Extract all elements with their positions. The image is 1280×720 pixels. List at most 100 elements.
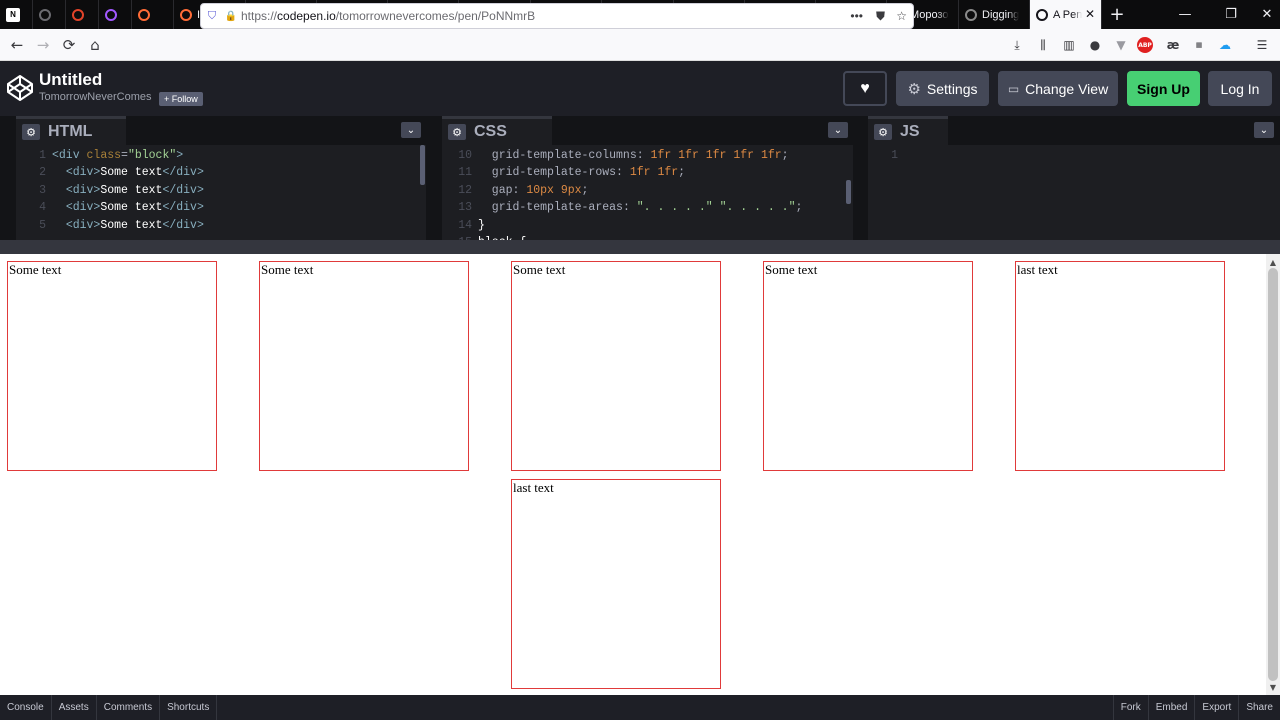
- preview-scrollbar[interactable]: ▲ ▼: [1266, 254, 1280, 695]
- pen-title[interactable]: Untitled: [39, 70, 102, 90]
- html-settings-gear-icon[interactable]: ⚙: [22, 124, 40, 140]
- change-view-button[interactable]: ▭ Change View: [998, 71, 1118, 106]
- footer-left-buttons: Console Assets Comments Shortcuts: [0, 695, 218, 720]
- browser-tab-label: Digging: [982, 8, 1020, 21]
- code-line: 4 <div>Some text</div>: [16, 199, 426, 216]
- html-editor: ⚙ HTML ⌄ 1 <div class="block"> 2 <div>Some…: [16, 116, 426, 240]
- codepen-icon: [1036, 8, 1048, 21]
- library-icon[interactable]: ⫼: [1033, 35, 1053, 55]
- browser-tab[interactable]: [99, 0, 132, 29]
- account-icon[interactable]: ●: [1085, 35, 1105, 55]
- arrow-left-icon: ←: [10, 35, 24, 54]
- settings-button[interactable]: ⚙ Settings: [896, 71, 989, 106]
- code-line: 2 <div>Some text</div>: [16, 164, 426, 181]
- footer-assets-button[interactable]: Assets: [52, 695, 97, 720]
- grid-cell: last text: [511, 479, 721, 689]
- home-icon: ⌂: [90, 35, 100, 54]
- new-tab-button[interactable]: +: [1102, 0, 1132, 29]
- home-button[interactable]: ⌂: [82, 32, 108, 58]
- browser-tab[interactable]: A Pen ✕: [1030, 0, 1102, 29]
- url-bar[interactable]: ⛉ 🔒 https://codepen.io/tomorrownevercome…: [200, 3, 914, 29]
- back-button[interactable]: ←: [4, 32, 30, 58]
- line-number: 1: [39, 149, 46, 162]
- css-editor-tab[interactable]: ⚙ CSS: [442, 116, 552, 145]
- scroll-up-arrow-icon[interactable]: ▲: [1266, 256, 1280, 268]
- js-editor-header: ⚙ JS ⌄: [868, 116, 1280, 145]
- footer-shortcuts-button[interactable]: Shortcuts: [160, 695, 218, 720]
- browser-tab[interactable]: [132, 0, 174, 29]
- line-number: 12: [458, 183, 472, 197]
- css-editor-scrollbar[interactable]: [846, 180, 851, 204]
- footer-embed-button[interactable]: Embed: [1147, 695, 1195, 720]
- app-circle-icon: [39, 8, 51, 21]
- extension-icon[interactable]: ▦: [1189, 35, 1209, 55]
- layout-icon: ▭: [1007, 81, 1020, 96]
- browser-tab[interactable]: [66, 0, 99, 29]
- js-editor-dropdown-chevron-icon[interactable]: ⌄: [1254, 122, 1274, 138]
- postman-icon: [180, 8, 192, 21]
- footer-comments-button[interactable]: Comments: [97, 695, 161, 720]
- footer-fork-button[interactable]: Fork: [1112, 695, 1148, 720]
- js-code-area[interactable]: 1: [868, 147, 1280, 240]
- minimize-button[interactable]: —: [1162, 0, 1208, 29]
- css-code-area[interactable]: 10 grid-template-columns: 1fr 1fr 1fr 1f…: [442, 147, 853, 240]
- line-number: 3: [39, 183, 46, 197]
- follow-button[interactable]: + Follow: [159, 92, 203, 106]
- reload-button[interactable]: ⟳: [56, 32, 82, 58]
- adblock-icon[interactable]: ABP: [1137, 37, 1153, 53]
- ae-extension-icon[interactable]: æ: [1163, 35, 1183, 55]
- html-editor-header: ⚙ HTML ⌄: [16, 116, 426, 145]
- browser-tab[interactable]: N: [0, 0, 33, 29]
- browser-tab[interactable]: Digging: [959, 0, 1030, 29]
- editor-preview-resizer[interactable]: [0, 240, 1280, 254]
- log-in-button[interactable]: Log In: [1208, 71, 1272, 106]
- code-line: 3 <div>Some text</div>: [16, 182, 426, 199]
- code-line: 5 <div>Some text</div>: [16, 217, 426, 234]
- pen-author-link[interactable]: TomorrowNeverComes: [39, 91, 151, 103]
- love-button[interactable]: ♥: [843, 71, 887, 106]
- grid-cell: Some text: [259, 261, 469, 471]
- footer-share-button[interactable]: Share: [1238, 695, 1280, 720]
- scroll-down-arrow-icon[interactable]: ▼: [1266, 681, 1280, 693]
- js-editor-tab[interactable]: ⚙ JS: [868, 116, 948, 145]
- maximize-button[interactable]: ❐: [1208, 0, 1254, 29]
- html-editor-scrollbar[interactable]: [420, 145, 425, 185]
- line-number: 4: [39, 201, 46, 215]
- cloud-extension-icon[interactable]: ☁: [1215, 35, 1235, 55]
- line-number: 11: [458, 166, 472, 180]
- bookmark-star-icon[interactable]: ☆: [896, 9, 907, 23]
- html-editor-title: HTML: [48, 123, 93, 140]
- notion-icon: N: [6, 7, 20, 22]
- css-editor-title: CSS: [474, 123, 507, 140]
- codepen-logo-icon[interactable]: [6, 74, 34, 102]
- code-line: 13 grid-template-areas: ". . . . ." ". .…: [442, 199, 853, 216]
- css-editor-dropdown-chevron-icon[interactable]: ⌄: [828, 122, 848, 138]
- browser-tab-label: Морозо: [910, 8, 949, 21]
- code-line: 1 <div class="block">: [16, 147, 426, 164]
- download-icon[interactable]: ⤓: [1007, 35, 1027, 55]
- footer-console-button[interactable]: Console: [0, 695, 52, 720]
- postman-icon: [138, 8, 150, 21]
- browser-tab[interactable]: [33, 0, 66, 29]
- html-editor-tab[interactable]: ⚙ HTML: [16, 116, 126, 145]
- gitlab-icon: [72, 8, 84, 21]
- js-settings-gear-icon[interactable]: ⚙: [874, 124, 892, 140]
- html-editor-dropdown-chevron-icon[interactable]: ⌄: [401, 122, 421, 138]
- close-window-button[interactable]: ✕: [1254, 0, 1280, 29]
- grid-cell: Some text: [763, 261, 973, 471]
- menu-icon[interactable]: ☰: [1252, 35, 1272, 55]
- css-settings-gear-icon[interactable]: ⚙: [448, 124, 466, 140]
- sign-up-button[interactable]: Sign Up: [1127, 71, 1200, 106]
- html-code-area[interactable]: 1 <div class="block"> 2 <div>Some text</di…: [16, 147, 426, 240]
- pocket-icon[interactable]: ⛊: [876, 9, 885, 24]
- tracking-protection-icon[interactable]: ⛉: [201, 10, 223, 23]
- sidebar-icon[interactable]: ▥: [1059, 35, 1079, 55]
- footer-export-button[interactable]: Export: [1194, 695, 1238, 720]
- page-actions-icon[interactable]: •••: [850, 9, 863, 23]
- js-editor: ⚙ JS ⌄ 1: [868, 116, 1280, 240]
- preview-scrollbar-thumb[interactable]: [1268, 268, 1278, 681]
- lock-icon[interactable]: 🔒: [223, 11, 239, 22]
- close-tab-icon[interactable]: ✕: [1085, 7, 1095, 21]
- vpn-icon[interactable]: ▼: [1111, 35, 1131, 55]
- forward-button[interactable]: →: [30, 32, 56, 58]
